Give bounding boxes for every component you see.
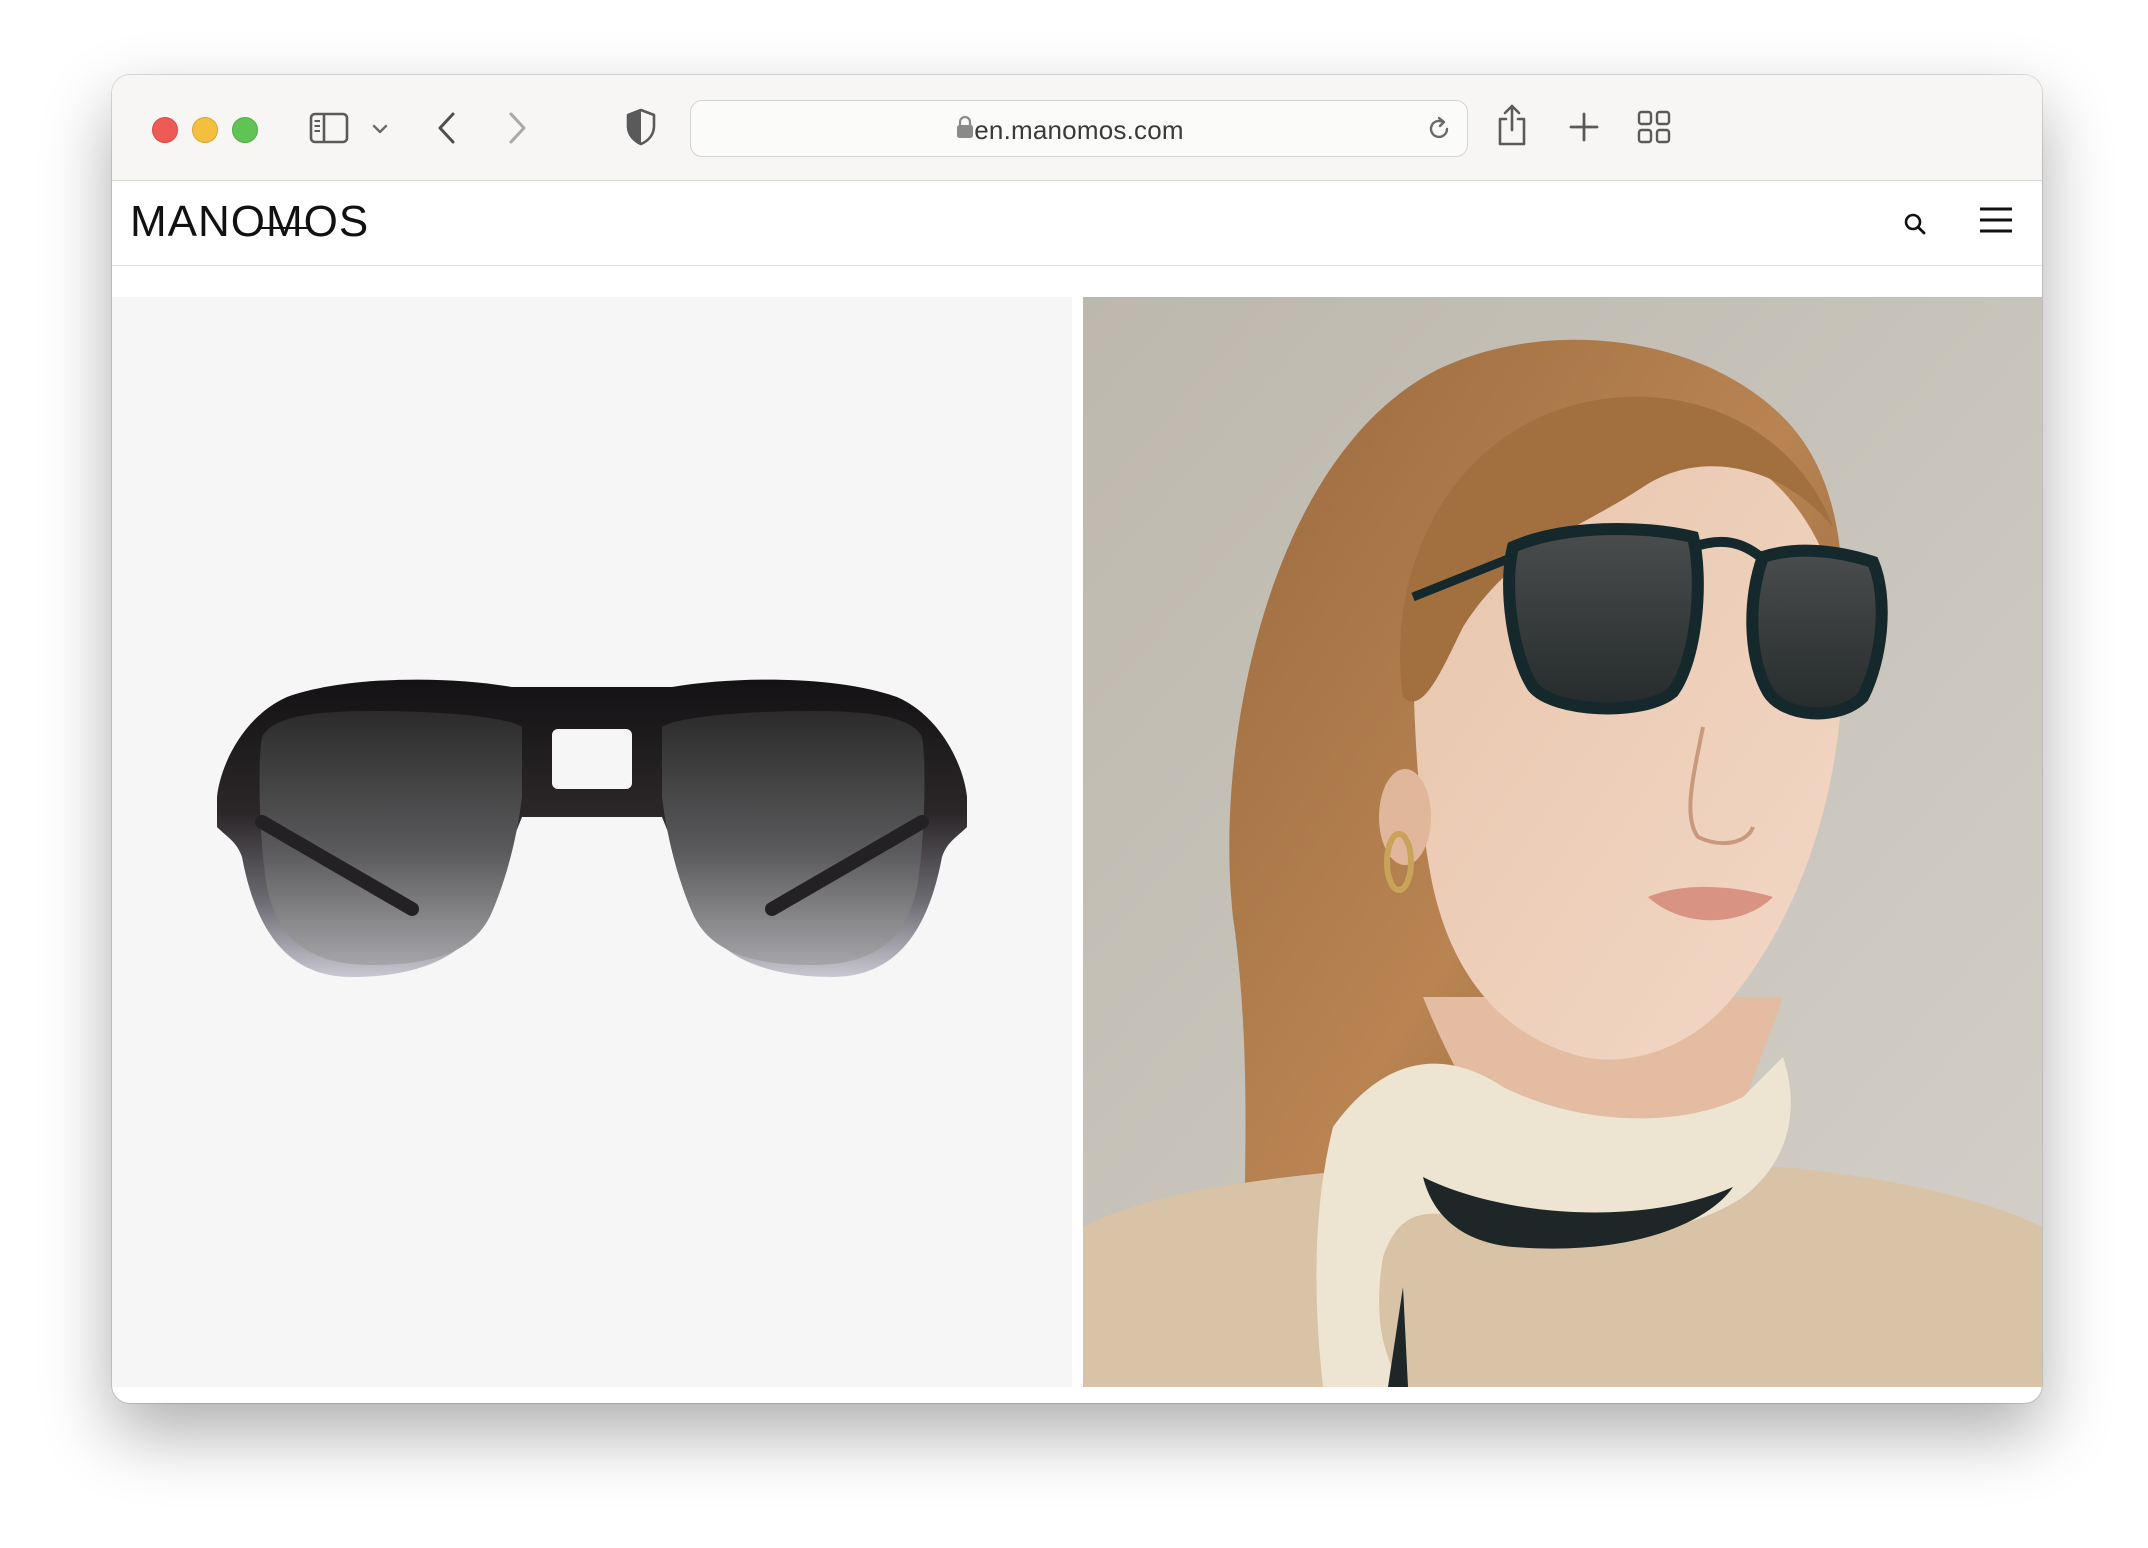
minimize-window-button[interactable] [192, 117, 218, 143]
url-text: en.manomos.com [974, 115, 1184, 145]
site-logo[interactable]: MANOMOS [130, 197, 369, 247]
product-gallery [112, 297, 2042, 1387]
hamburger-menu-icon[interactable] [1978, 205, 2014, 235]
address-bar[interactable]: en.manomos.com [690, 100, 1468, 157]
logo-strike-mark [258, 227, 308, 229]
product-sunglasses-image [217, 679, 967, 977]
chevron-down-icon[interactable] [370, 119, 390, 139]
product-image-panel[interactable] [112, 297, 1072, 1387]
tab-overview-icon[interactable] [1636, 109, 1672, 145]
chevron-right-icon[interactable] [504, 109, 530, 147]
sidebar-icon[interactable] [308, 109, 350, 147]
lock-icon [956, 115, 974, 144]
close-window-button[interactable] [152, 117, 178, 143]
share-icon[interactable] [1492, 101, 1532, 149]
reload-icon[interactable] [1425, 115, 1453, 148]
plus-icon[interactable] [1566, 109, 1602, 145]
browser-toolbar: en.manomos.com [112, 75, 2042, 181]
model-image-panel[interactable] [1083, 297, 2042, 1387]
shield-icon[interactable] [624, 107, 658, 147]
site-header: MANOMOS [112, 181, 2042, 266]
chevron-left-icon[interactable] [434, 109, 460, 147]
model-wearing-sunglasses-image [1083, 297, 2042, 1387]
search-icon[interactable] [1902, 211, 1928, 237]
browser-window: en.manomos.com MANOMOS [112, 75, 2042, 1403]
zoom-window-button[interactable] [232, 117, 258, 143]
